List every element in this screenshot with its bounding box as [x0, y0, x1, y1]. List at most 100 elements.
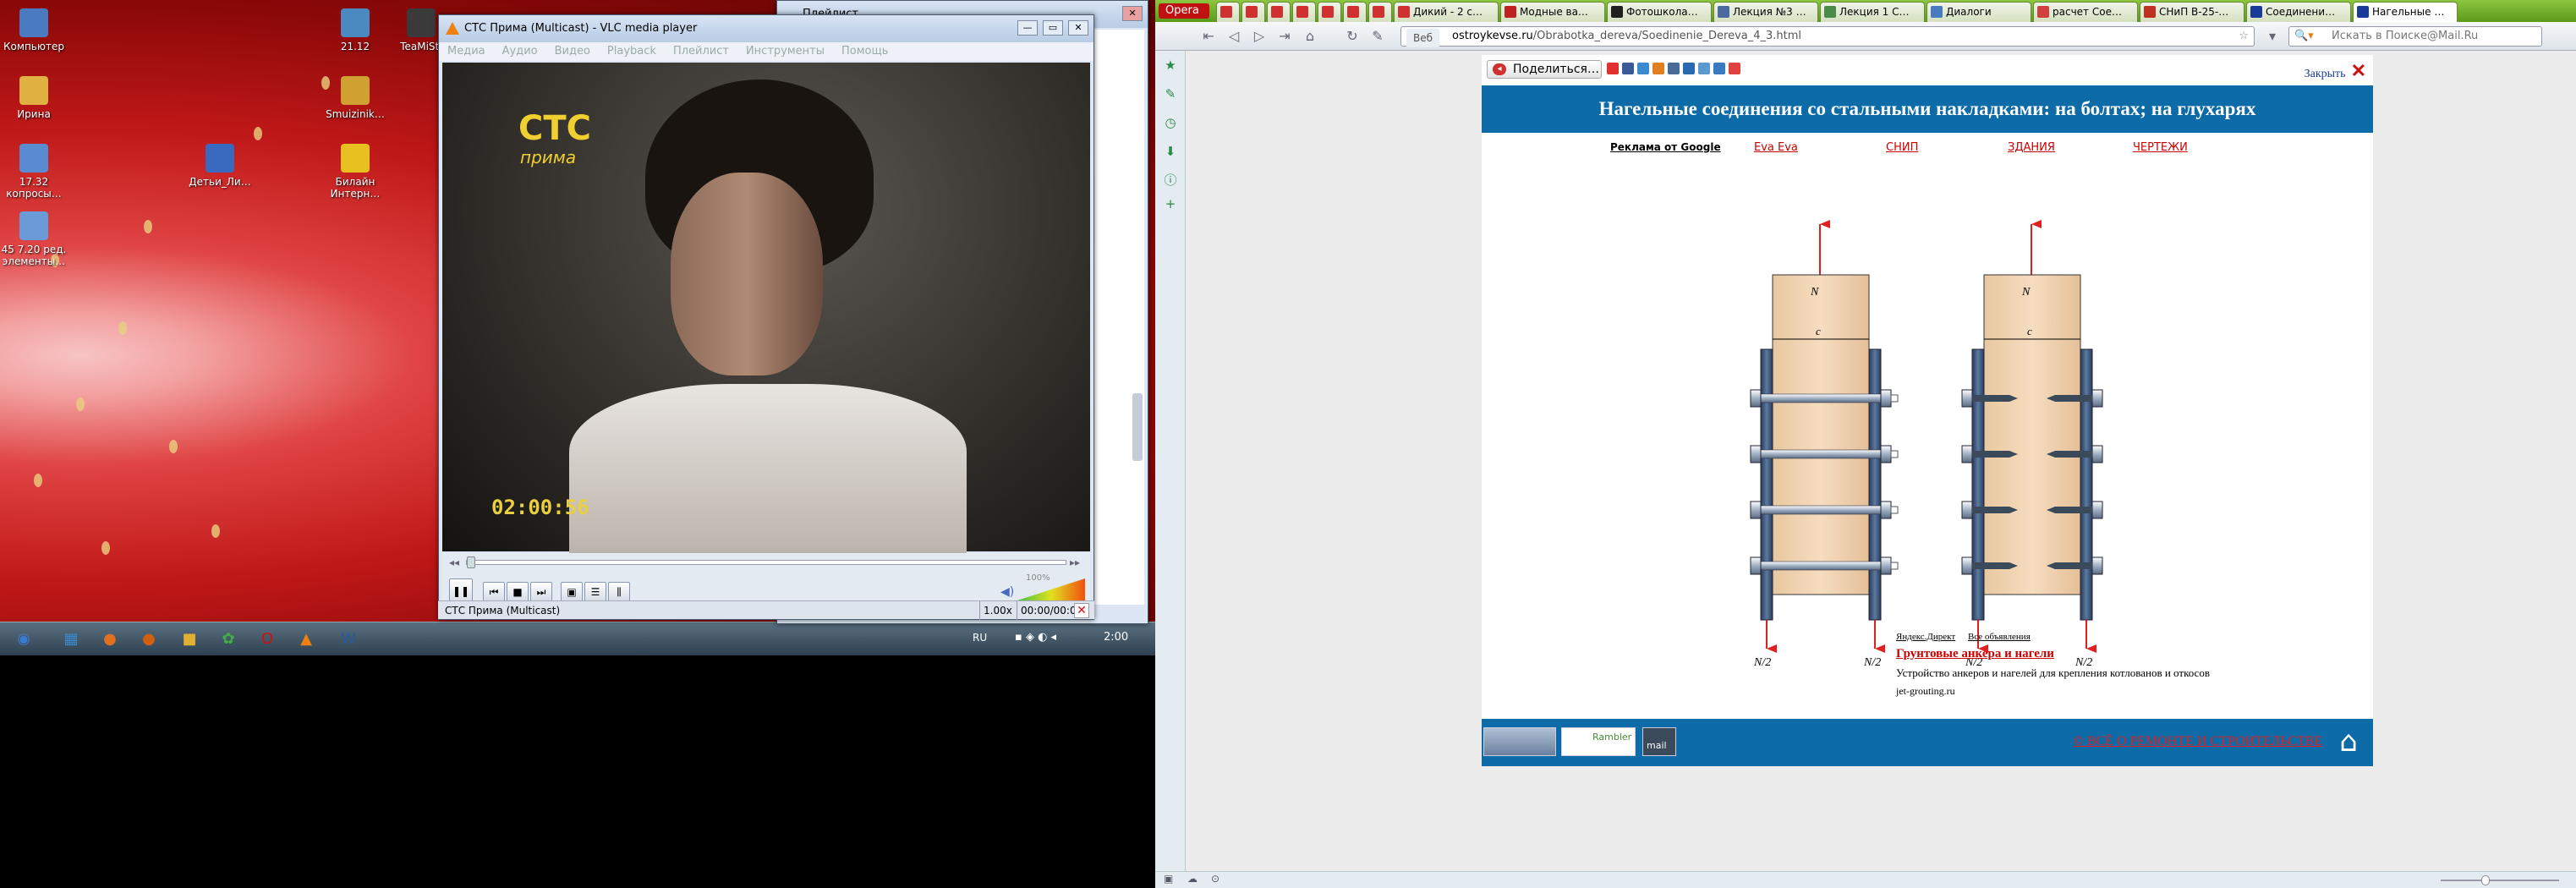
- close-button[interactable]: ✕: [1068, 20, 1088, 36]
- browser-tab[interactable]: Лекция 1 С…: [1820, 2, 1925, 22]
- language-indicator[interactable]: RU: [973, 632, 987, 644]
- address-bar[interactable]: Веб ostroykevse.ru/Obrabotka_dereva/Soed…: [1400, 26, 2255, 47]
- taskbar-app-orange-icon[interactable]: ●: [132, 626, 166, 653]
- back-button-icon[interactable]: ◁: [1223, 26, 1245, 47]
- taskbar-explorer-icon[interactable]: ▦: [54, 626, 88, 653]
- rambler-badge[interactable]: Rambler: [1561, 727, 1636, 756]
- browser-tab[interactable]: [1241, 2, 1265, 22]
- taskbar-opera-icon[interactable]: O: [250, 626, 284, 653]
- browser-tab[interactable]: Фотошкола…: [1607, 2, 1712, 22]
- forward-button-icon[interactable]: ▷: [1248, 26, 1270, 47]
- taskbar-firefox-icon[interactable]: ●: [93, 626, 127, 653]
- footer-site-link[interactable]: © ВСЁ О РЕМОНТЕ И СТРОИТЕЛЬСТВЕ: [2074, 734, 2322, 749]
- browser-tab[interactable]: Лекция №3 …: [1713, 2, 1818, 22]
- taskbar-word-icon[interactable]: W: [332, 626, 365, 653]
- vlc-menu-item[interactable]: Инструменты: [746, 45, 825, 58]
- page-viewport[interactable]: ◂ Поделиться… Закрыть ✕ Нагельные соедине…: [1186, 51, 2576, 871]
- close-ad-button[interactable]: Закрыть ✕: [2305, 60, 2366, 82]
- taskbar-vlc-icon[interactable]: ▲: [289, 626, 323, 653]
- ad-link-zdaniya[interactable]: ЗДАНИЯ: [2008, 141, 2055, 154]
- seek-forward-icon[interactable]: ▸▸: [1070, 556, 1080, 568]
- seek-back-icon[interactable]: ◂◂: [449, 556, 459, 568]
- desktop-icon[interactable]: 17.32 копросы…: [0, 144, 68, 200]
- ad-link-eva[interactable]: Eva Eva: [1754, 141, 1798, 154]
- browser-tab[interactable]: Модные ва…: [1500, 2, 1605, 22]
- vlc-menu-item[interactable]: Плейлист: [673, 45, 729, 58]
- taskbar-folder-icon[interactable]: ■: [173, 626, 206, 653]
- home-house-icon[interactable]: ⌂: [2331, 724, 2366, 759]
- video-area[interactable]: СТС прима 02:00:56: [442, 63, 1090, 553]
- notes-icon[interactable]: ✎: [1163, 86, 1178, 101]
- browser-tab[interactable]: [1318, 2, 1341, 22]
- counter-badge[interactable]: [1483, 727, 1556, 756]
- unite-icon[interactable]: ⊙: [1211, 873, 1219, 885]
- vlc-menu-item[interactable]: Медиа: [447, 45, 485, 58]
- history-icon[interactable]: ◷: [1163, 115, 1178, 130]
- social-share-icon[interactable]: [1622, 63, 1634, 74]
- vlc-menu-item[interactable]: Помощь: [841, 45, 888, 58]
- ad-domain[interactable]: jet-grouting.ru: [1896, 685, 2370, 698]
- playlist-toggle-button[interactable]: ☰: [584, 582, 606, 602]
- ad-link-snip[interactable]: СНИП: [1886, 141, 1918, 154]
- back-icon[interactable]: ⇤: [1198, 26, 1219, 47]
- star-icon[interactable]: ☆: [2239, 27, 2249, 46]
- stop-button[interactable]: ■: [507, 582, 529, 602]
- social-share-icon[interactable]: [1729, 63, 1740, 74]
- zoom-slider[interactable]: [2441, 875, 2559, 885]
- playlist-scrollbar[interactable]: [1132, 393, 1143, 461]
- maximize-button[interactable]: ▭: [1043, 20, 1063, 36]
- desktop-icon[interactable]: Smuizinik…: [321, 76, 389, 120]
- desktop-icon[interactable]: Билайн Интерн…: [321, 144, 389, 200]
- browser-tab[interactable]: Дикий - 2 с…: [1394, 2, 1499, 22]
- social-share-icon[interactable]: [1652, 63, 1664, 74]
- feed-icon[interactable]: ▾: [2261, 26, 2283, 47]
- add-panel-icon[interactable]: +: [1163, 196, 1178, 211]
- social-share-icon[interactable]: [1607, 63, 1619, 74]
- minimize-button[interactable]: —: [1017, 20, 1038, 36]
- social-share-icon[interactable]: [1713, 63, 1725, 74]
- browser-tab[interactable]: [1267, 2, 1291, 22]
- browser-tab[interactable]: [1368, 2, 1392, 22]
- wand-icon[interactable]: ✎: [1367, 26, 1389, 47]
- fullscreen-button[interactable]: ▣: [561, 582, 583, 602]
- vlc-menu-item[interactable]: Видео: [555, 45, 590, 58]
- tray-icons[interactable]: ▪ ◈ ◐ ◂: [1015, 631, 1056, 644]
- browser-tab[interactable]: [1343, 2, 1367, 22]
- desktop-icon[interactable]: Ирина: [0, 76, 68, 120]
- social-share-icon[interactable]: [1637, 63, 1649, 74]
- close-icon[interactable]: ✕: [1074, 603, 1089, 618]
- opera-menu-button[interactable]: Opera: [1159, 3, 1209, 19]
- panel-toggle-icon[interactable]: ▣: [1164, 873, 1173, 885]
- all-ads-link[interactable]: Все объявления: [1968, 632, 2031, 642]
- social-share-icon[interactable]: [1683, 63, 1695, 74]
- social-share-icon[interactable]: [1668, 63, 1680, 74]
- browser-tab[interactable]: расчет Сое…: [2033, 2, 2138, 22]
- desktop-icon[interactable]: 45 7.20 ред. элементы…: [0, 211, 68, 267]
- yandex-direct-link[interactable]: Яндекс.Директ: [1896, 632, 1955, 642]
- extended-settings-button[interactable]: ⫼: [608, 582, 630, 602]
- search-field[interactable]: 🔍▾ Искать в Поиске@Mail.Ru: [2288, 26, 2542, 47]
- search-engine-icon[interactable]: 🔍▾: [2294, 27, 2314, 46]
- turbo-icon[interactable]: ☁: [1187, 873, 1198, 885]
- zoom-handle[interactable]: [2481, 875, 2490, 885]
- clock[interactable]: 2:00: [1104, 631, 1128, 644]
- desktop-icon[interactable]: Детьи_Ли…: [186, 144, 254, 188]
- share-button[interactable]: ◂ Поделиться…: [1487, 60, 1602, 79]
- browser-tab[interactable]: Соединени…: [2246, 2, 2351, 22]
- browser-tab[interactable]: Диалоги: [1927, 2, 2031, 22]
- mail-badge[interactable]: mail: [1642, 727, 1676, 756]
- vlc-menu-item[interactable]: Playback: [607, 45, 656, 58]
- previous-button[interactable]: ⏮: [483, 582, 505, 602]
- browser-tab[interactable]: Нагельные …: [2353, 2, 2458, 22]
- speaker-icon[interactable]: ◀): [1000, 585, 1014, 599]
- taskbar-icq-icon[interactable]: ✿: [211, 626, 245, 653]
- seek-bar[interactable]: [466, 556, 1066, 568]
- seek-handle[interactable]: [467, 556, 475, 568]
- google-ad-label[interactable]: Реклама от Google: [1610, 141, 1721, 153]
- reload-icon[interactable]: ↻: [1341, 26, 1363, 47]
- ad-title-link[interactable]: Грунтовые анкера и нагели: [1896, 647, 2370, 661]
- browser-tab[interactable]: СНиП В-25-…: [2140, 2, 2244, 22]
- desktop-icon[interactable]: 21.12: [321, 8, 389, 52]
- bookmarks-icon[interactable]: ★: [1163, 58, 1178, 73]
- playlist-list[interactable]: [1090, 30, 1144, 605]
